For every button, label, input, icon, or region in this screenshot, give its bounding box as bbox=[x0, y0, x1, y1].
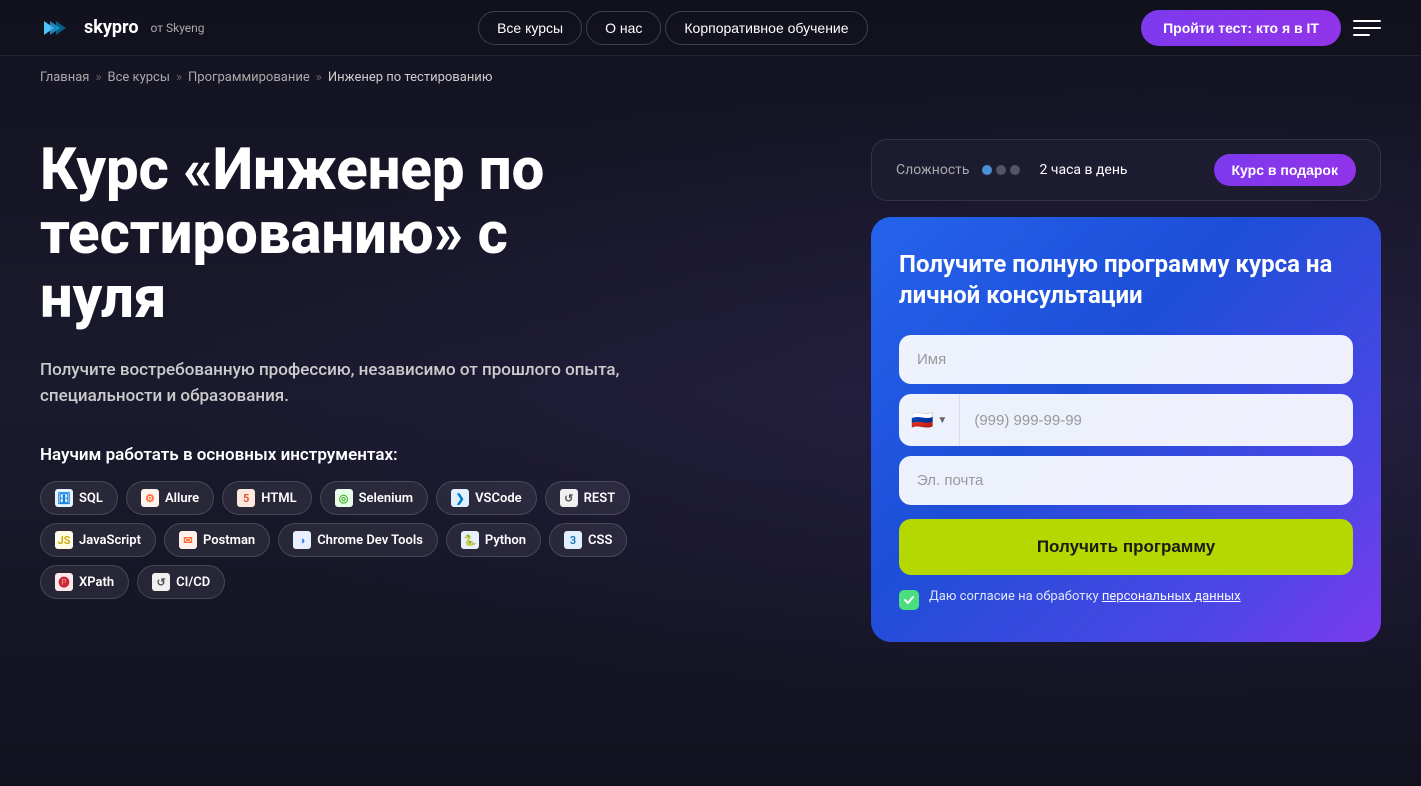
nav-corporate[interactable]: Корпоративное обучение bbox=[665, 11, 867, 45]
tools-tags: 🗄 SQL ⚙ Allure 5 HTML ◎ Selenium ❯ VSCod… bbox=[40, 481, 640, 599]
tool-tag-python: 🐍 Python bbox=[446, 523, 541, 557]
phone-input[interactable] bbox=[960, 396, 1353, 445]
tool-tag-postman: ✉ Postman bbox=[164, 523, 270, 557]
phone-chevron-icon: ▼ bbox=[937, 415, 947, 426]
tag-label-cicd: CI/CD bbox=[176, 575, 210, 590]
tag-icon-css: 3 bbox=[564, 531, 582, 549]
header: skypro от Skyeng Все курсы О нас Корпора… bbox=[0, 0, 1421, 56]
consent-link[interactable]: персональных данных bbox=[1102, 589, 1241, 604]
tag-label-python: Python bbox=[485, 533, 526, 548]
breadcrumb-current: Инженер по тестированию bbox=[328, 70, 493, 85]
tag-label-allure: Allure bbox=[165, 491, 199, 506]
nav-all-courses[interactable]: Все курсы bbox=[478, 11, 582, 45]
tool-tag-chrome: ◑ Chrome Dev Tools bbox=[278, 523, 438, 557]
logo-by: от Skyeng bbox=[151, 21, 205, 35]
consent-checkbox[interactable] bbox=[899, 590, 919, 610]
tag-label-rest: REST bbox=[584, 491, 616, 506]
phone-wrapper: 🇷🇺 ▼ bbox=[899, 394, 1353, 446]
header-cta-button[interactable]: Пройти тест: кто я в IT bbox=[1141, 10, 1341, 46]
logo-text: skypro bbox=[84, 17, 139, 38]
dot-2 bbox=[996, 165, 1006, 175]
tool-tag-vscode: ❯ VSCode bbox=[436, 481, 537, 515]
hamburger-menu-icon[interactable] bbox=[1353, 14, 1381, 42]
checkmark-icon bbox=[903, 594, 915, 606]
tag-label-xpath: XPath bbox=[79, 575, 114, 590]
consent-text: Даю согласие на обработку персональных д… bbox=[929, 589, 1241, 604]
breadcrumb-programming[interactable]: Программирование bbox=[188, 70, 310, 85]
logo-area: skypro от Skyeng bbox=[40, 17, 205, 39]
tag-label-vscode: VSCode bbox=[475, 491, 522, 506]
menu-line-2 bbox=[1353, 27, 1381, 29]
main-content: Курс «Инженер по тестированию» с нуля По… bbox=[0, 99, 1421, 702]
tool-tag-js: JS JavaScript bbox=[40, 523, 156, 557]
tag-icon-vscode: ❯ bbox=[451, 489, 469, 507]
submit-button[interactable]: Получить программу bbox=[899, 519, 1353, 575]
lead-form-card: Получите полную программу курса на лично… bbox=[871, 217, 1381, 642]
tag-label-postman: Postman bbox=[203, 533, 255, 548]
tag-icon-html: 5 bbox=[237, 489, 255, 507]
difficulty-dots bbox=[982, 165, 1020, 175]
hero-left-column: Курс «Инженер по тестированию» с нуля По… bbox=[40, 139, 680, 599]
nav-right: Пройти тест: кто я в IT bbox=[1141, 10, 1381, 46]
hero-title: Курс «Инженер по тестированию» с нуля bbox=[40, 139, 640, 330]
tool-tag-rest: ↺ REST bbox=[545, 481, 631, 515]
tag-icon-rest: ↺ bbox=[560, 489, 578, 507]
dot-1 bbox=[982, 165, 992, 175]
breadcrumb-home[interactable]: Главная bbox=[40, 70, 89, 85]
dot-3 bbox=[1010, 165, 1020, 175]
tools-label: Научим работать в основных инструментах: bbox=[40, 445, 640, 465]
hero-right-column: Сложность 2 часа в день Курс в подарок П… bbox=[871, 139, 1381, 642]
name-input[interactable] bbox=[899, 335, 1353, 384]
tag-icon-postman: ✉ bbox=[179, 531, 197, 549]
gift-button[interactable]: Курс в подарок bbox=[1214, 154, 1356, 186]
flag-emoji: 🇷🇺 bbox=[911, 410, 933, 431]
main-nav: Все курсы О нас Корпоративное обучение bbox=[478, 11, 867, 45]
tool-tag-html: 5 HTML bbox=[222, 481, 311, 515]
tag-icon-selenium: ◎ bbox=[335, 489, 353, 507]
difficulty-group: Сложность bbox=[896, 162, 1020, 178]
difficulty-label: Сложность bbox=[896, 162, 970, 178]
hero-subtitle: Получите востребованную профессию, незав… bbox=[40, 358, 640, 409]
tool-tag-cicd: ↺ CI/CD bbox=[137, 565, 225, 599]
consent-static-text: Даю согласие на обработку bbox=[929, 589, 1102, 604]
menu-line-3 bbox=[1353, 34, 1370, 36]
tag-label-selenium: Selenium bbox=[359, 491, 414, 506]
breadcrumb-all-courses[interactable]: Все курсы bbox=[108, 70, 170, 85]
tag-label-sql: SQL bbox=[79, 491, 103, 506]
tag-icon-js: JS bbox=[55, 531, 73, 549]
tag-icon-xpath: 🅟 bbox=[55, 573, 73, 591]
menu-line-1 bbox=[1353, 20, 1381, 22]
tag-label-js: JavaScript bbox=[79, 533, 141, 548]
tag-icon-python: 🐍 bbox=[461, 531, 479, 549]
breadcrumb-sep-3: » bbox=[316, 70, 322, 85]
tool-tag-sql: 🗄 SQL bbox=[40, 481, 118, 515]
consent-row: Даю согласие на обработку персональных д… bbox=[899, 589, 1353, 610]
tag-label-html: HTML bbox=[261, 491, 296, 506]
tag-icon-sql: 🗄 bbox=[55, 489, 73, 507]
tag-label-chrome: Chrome Dev Tools bbox=[317, 533, 423, 548]
tool-tag-allure: ⚙ Allure bbox=[126, 481, 214, 515]
phone-flag-selector[interactable]: 🇷🇺 ▼ bbox=[899, 394, 960, 446]
tool-tag-css: 3 CSS bbox=[549, 523, 627, 557]
tool-tag-selenium: ◎ Selenium bbox=[320, 481, 429, 515]
breadcrumb: Главная » Все курсы » Программирование »… bbox=[0, 56, 1421, 99]
tag-label-css: CSS bbox=[588, 533, 612, 548]
skypro-logo-icon bbox=[40, 17, 76, 39]
tag-icon-cicd: ↺ bbox=[152, 573, 170, 591]
form-title: Получите полную программу курса на лично… bbox=[899, 249, 1353, 311]
breadcrumb-sep-1: » bbox=[95, 70, 101, 85]
time-label: 2 часа в день bbox=[1040, 162, 1128, 178]
breadcrumb-sep-2: » bbox=[176, 70, 182, 85]
tag-icon-allure: ⚙ bbox=[141, 489, 159, 507]
nav-about[interactable]: О нас bbox=[586, 11, 661, 45]
course-info-bar: Сложность 2 часа в день Курс в подарок bbox=[871, 139, 1381, 201]
tag-icon-chrome: ◑ bbox=[293, 531, 311, 549]
email-input[interactable] bbox=[899, 456, 1353, 505]
tool-tag-xpath: 🅟 XPath bbox=[40, 565, 129, 599]
